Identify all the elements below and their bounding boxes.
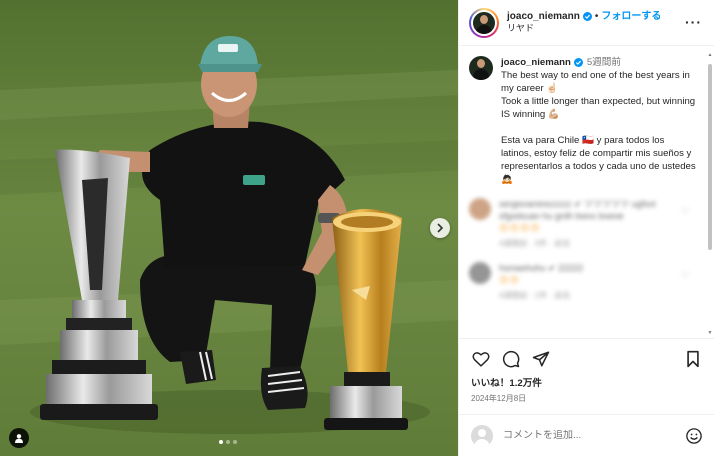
carousel-dot [226, 440, 230, 444]
carousel-dot [219, 440, 223, 444]
current-user-avatar [471, 424, 493, 447]
caption-line: Took a little longer than expected, but … [501, 96, 696, 120]
post-date[interactable]: 2024年12月8日 [471, 393, 703, 404]
comment-like-icon[interactable]: ♡ [681, 270, 693, 302]
comment-text: hsmashuhu ✔ 22222 [499, 263, 584, 273]
caption-avatar[interactable] [469, 56, 493, 80]
golfer-with-trophies-image [0, 0, 458, 456]
scroll-down-icon[interactable]: ▼ [707, 330, 713, 336]
post-header: joaco_niemann • フォローする リヤド ··· [459, 0, 714, 46]
verified-badge-icon [582, 12, 592, 22]
bookmark-icon[interactable] [683, 349, 703, 369]
scrollbar-thumb[interactable] [708, 64, 712, 250]
follow-button[interactable]: フォローする [601, 11, 661, 24]
comment-emoji: 😍😍😍😍 [499, 223, 541, 233]
post-location[interactable]: リヤド [507, 23, 661, 34]
comment-item: sergioramirezzzzz ✔ ツツツツツ ugfsvt sfgsdsu… [469, 198, 697, 250]
emoji-picker-icon[interactable] [685, 427, 703, 445]
comment-meta: 4週間前 · 1件 · 返信 [499, 291, 571, 300]
share-paper-plane-icon[interactable] [531, 349, 551, 369]
tagged-users-button[interactable] [9, 428, 29, 448]
post-sidebar: joaco_niemann • フォローする リヤド ··· joaco_nie… [458, 0, 714, 456]
comment-bubble-icon[interactable] [501, 349, 521, 369]
more-options-icon[interactable]: ··· [685, 14, 702, 30]
scroll-up-icon[interactable]: ▲ [707, 52, 713, 58]
comment-item: hsmashuhu ✔ 22222 😍😍 4週間前 · 1件 · 返信 ♡ [469, 262, 697, 302]
carousel-indicator [219, 440, 237, 444]
post-photo[interactable] [0, 0, 458, 456]
verified-badge-icon [573, 58, 583, 67]
user-tag-icon [15, 434, 23, 443]
author-avatar[interactable] [469, 7, 499, 38]
comment-text: sergioramirezzzzz ✔ ツツツツツ ugfsvt sfgsdsu… [499, 199, 656, 221]
post-caption: joaco_niemann 5週間前 The best way to end o… [469, 56, 697, 186]
caption-line: The best way to end one of the best year… [501, 70, 690, 94]
commenter-avatar[interactable] [469, 198, 491, 220]
commenter-avatar[interactable] [469, 262, 491, 284]
like-heart-icon[interactable] [471, 349, 491, 369]
caption-username[interactable]: joaco_niemann [501, 56, 571, 69]
author-username[interactable]: joaco_niemann [507, 11, 580, 24]
add-comment-bar [459, 414, 714, 456]
post-actions: いいね！1.2万件 2024年12月8日 [459, 338, 714, 404]
separator: • [594, 10, 599, 22]
caption-spanish: Esta va para Chile 🇨🇱 y para todos los l… [501, 135, 696, 185]
next-slide-button[interactable] [430, 218, 450, 238]
comments-section: joaco_niemann 5週間前 The best way to end o… [459, 46, 707, 338]
comment-meta: 4週間前 · 3件 · 返信 [499, 239, 571, 248]
carousel-dot [233, 440, 237, 444]
chevron-right-icon [437, 223, 444, 233]
comments-scrollbar[interactable]: ▲ ▼ [707, 52, 713, 336]
comment-like-icon[interactable]: ♡ [681, 206, 693, 250]
caption-time[interactable]: 5週間前 [587, 56, 621, 69]
comment-input[interactable] [503, 430, 685, 441]
likes-count[interactable]: いいね！1.2万件 [471, 375, 703, 389]
comment-emoji: 😍😍 [499, 275, 520, 285]
